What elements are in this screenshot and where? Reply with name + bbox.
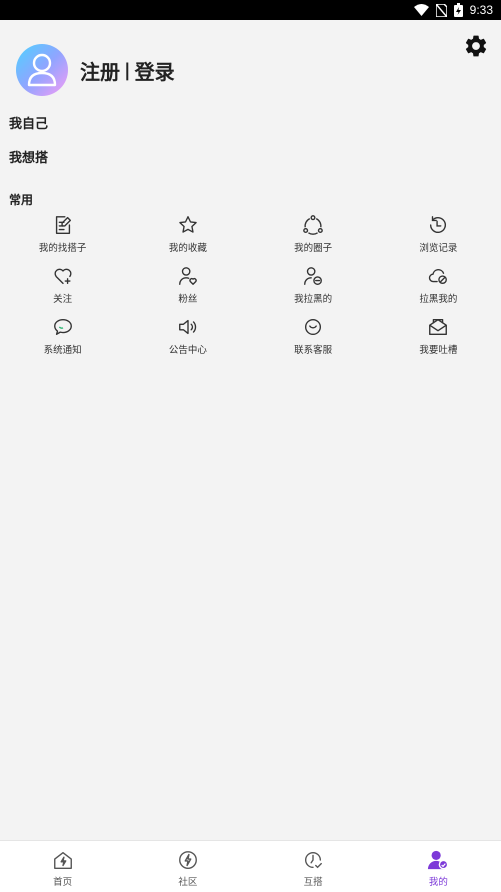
blocked-me-item[interactable]: 拉黑我的 xyxy=(376,263,501,314)
gear-icon xyxy=(465,35,487,57)
home-icon xyxy=(53,851,72,869)
no-sim-icon xyxy=(435,3,447,17)
speaker-icon xyxy=(178,319,196,335)
profile-header[interactable]: 注册 | 登录 xyxy=(16,44,175,96)
chat-bubble-icon xyxy=(53,318,72,336)
heart-plus-icon xyxy=(54,268,72,285)
circle-share-icon xyxy=(303,215,323,235)
following-item[interactable]: 关注 xyxy=(0,263,125,314)
mail-open-icon xyxy=(429,318,448,336)
edit-note-icon xyxy=(55,216,71,234)
history-icon xyxy=(430,216,447,234)
tab-community[interactable]: 社区 xyxy=(125,841,250,892)
common-section-title: 常用 xyxy=(9,193,34,207)
login-separator: | xyxy=(124,59,131,81)
my-favorites-item[interactable]: 我的收藏 xyxy=(125,212,250,263)
lightning-circle-icon xyxy=(178,851,197,869)
battery-charging-icon xyxy=(453,3,463,17)
wifi-icon xyxy=(413,4,429,16)
browse-history-item[interactable]: 浏览记录 xyxy=(376,212,501,263)
common-grid: 我的找搭子 我的收藏 我的圈子 浏览记录 关注 粉丝 我拉黑的 拉黑我的 系统通… xyxy=(0,212,501,365)
fans-item[interactable]: 粉丝 xyxy=(125,263,250,314)
user-active-icon xyxy=(428,850,449,870)
my-pair-posts-item[interactable]: 我的找搭子 xyxy=(0,212,125,263)
customer-service-item[interactable]: 联系客服 xyxy=(251,314,376,365)
star-icon xyxy=(179,216,197,233)
tab-pair[interactable]: 互搭 xyxy=(251,841,376,892)
settings-button[interactable] xyxy=(463,33,489,59)
my-circles-item[interactable]: 我的圈子 xyxy=(251,212,376,263)
announcement-item[interactable]: 公告中心 xyxy=(125,314,250,365)
system-notice-item[interactable]: 系统通知 xyxy=(0,314,125,365)
myself-link[interactable]: 我自己 xyxy=(9,113,48,132)
my-blocked-item[interactable]: 我拉黑的 xyxy=(251,263,376,314)
avatar[interactable] xyxy=(16,44,68,96)
tab-home[interactable]: 首页 xyxy=(0,841,125,892)
user-block-icon xyxy=(304,267,323,285)
bottom-tab-bar: 首页 社区 互搭 我的 xyxy=(0,840,501,892)
want-pair-link[interactable]: 我想搭 xyxy=(9,147,48,166)
tab-mine[interactable]: 我的 xyxy=(376,841,501,892)
register-link[interactable]: 注册 xyxy=(80,56,120,85)
user-icon xyxy=(27,53,57,87)
status-time: 9:33 xyxy=(469,3,493,17)
feedback-item[interactable]: 我要吐槽 xyxy=(376,314,501,365)
user-heart-icon xyxy=(178,267,197,285)
login-register[interactable]: 注册 | 登录 xyxy=(80,56,175,85)
cloud-block-icon xyxy=(429,269,448,285)
login-link[interactable]: 登录 xyxy=(135,56,175,85)
smile-icon xyxy=(305,318,322,336)
clock-check-icon xyxy=(305,852,323,869)
status-bar: 9:33 xyxy=(0,0,501,20)
